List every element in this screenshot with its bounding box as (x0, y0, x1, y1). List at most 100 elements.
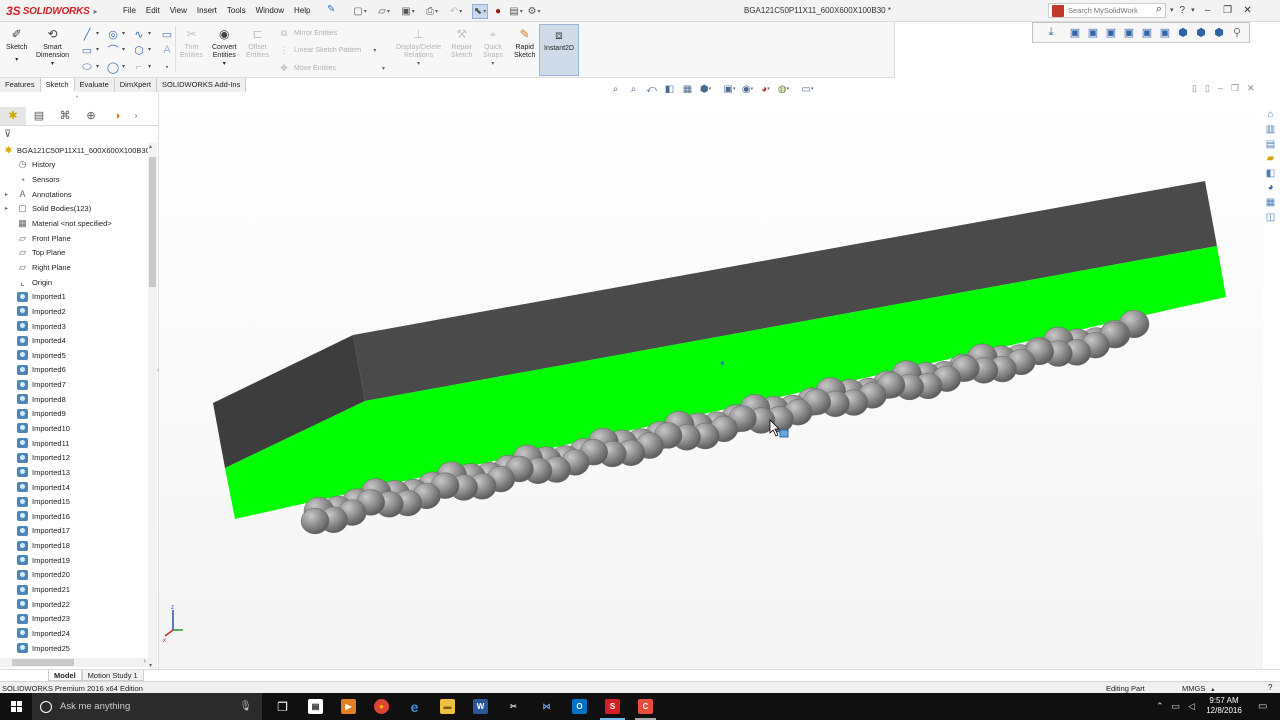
tree-item[interactable]: Imported10 (0, 421, 148, 436)
units-selector[interactable]: MMGS ▴ (1182, 684, 1214, 693)
dimxpert-manager-icon[interactable]: ⊕ (78, 107, 104, 125)
home-icon[interactable]: ⌂ (1263, 108, 1278, 122)
search-mysolidworks[interactable]: ⌕ (1048, 3, 1166, 18)
search-dropdown-icon[interactable]: ▾ (1170, 6, 1174, 14)
scrollbar-thumb[interactable] (149, 157, 156, 287)
pin-menu-icon[interactable]: ✎ (327, 4, 337, 16)
feature-tree-hscrollbar[interactable]: › (0, 658, 148, 667)
hscrollbar-thumb[interactable] (12, 659, 74, 666)
linear-sketch-pattern-button[interactable]: ⋮ Linear Sketch Pattern ▾ (278, 45, 377, 55)
rapid-sketch-button[interactable]: ✎ Rapid Sketch (514, 26, 535, 60)
close-icon[interactable]: ✕ (1241, 3, 1255, 17)
tree-root[interactable]: ✱ BGA121C50P11X11_600X600X100B30 (0, 143, 150, 158)
normal-to-icon[interactable]: ⤓ (1043, 25, 1059, 40)
tree-item[interactable]: Imported6 (0, 363, 148, 378)
chevron-down-icon[interactable]: ▾ (223, 60, 226, 68)
offset-entities-button[interactable]: ⊏ Offset Entities (246, 26, 269, 60)
new-document-icon[interactable]: ▢ ▾ (352, 4, 368, 19)
tree-item[interactable]: Imported11 (0, 436, 148, 451)
tree-item[interactable]: Imported8 (0, 392, 148, 407)
tree-item[interactable]: ▦ Material <not specified> (0, 216, 148, 231)
plane-small-icon[interactable]: ▪ (160, 61, 174, 73)
tray-expand-icon[interactable]: ⌃ (1156, 701, 1164, 712)
line-icon[interactable]: ╱ (80, 28, 94, 41)
filter-icon[interactable]: ⊽ (4, 129, 11, 140)
tree-item[interactable]: Imported1 (0, 289, 148, 304)
file-explorer-icon[interactable]: ▰ (1263, 152, 1278, 166)
back-view-icon[interactable]: ▣ (1085, 25, 1101, 40)
move-entities-button[interactable]: ✥ Move Entities ▾ (278, 63, 385, 73)
chevron-down-icon[interactable]: ▾ (148, 63, 151, 70)
tab-features[interactable]: Features (0, 78, 41, 92)
tab-model[interactable]: Model (48, 670, 82, 681)
quick-snaps-button[interactable]: ⌖ Quick Snaps ▾ (483, 26, 503, 68)
help-icon[interactable]: ? (1180, 5, 1186, 16)
visual-studio-icon[interactable]: ⋈ (530, 693, 563, 720)
cortana-search[interactable]: Ask me anything 🎙 (32, 693, 262, 720)
tree-item[interactable]: ▸ A Annotations (0, 187, 148, 202)
display-delete-relations-button[interactable]: ⊥ Display/Delete Relations ▾ (396, 26, 441, 68)
tab-evaluate[interactable]: Evaluate (74, 78, 115, 92)
link-view-icon[interactable]: ⚲ (1229, 25, 1245, 40)
start-button[interactable] (0, 693, 32, 720)
isometric-view-icon[interactable]: ⬢ (1175, 25, 1191, 40)
chevron-down-icon[interactable]: ▾ (148, 46, 151, 53)
tree-item[interactable]: Imported20 (0, 568, 148, 583)
print-icon[interactable]: ⎙ ▾ (424, 4, 440, 19)
chevron-down-icon[interactable]: ▾ (122, 30, 125, 37)
expand-arrow-icon[interactable]: ▸ (5, 205, 8, 212)
mirror-entities-button[interactable]: ⧉ Mirror Entities (278, 28, 337, 38)
chevron-down-icon[interactable]: ▾ (491, 60, 494, 68)
slot-icon[interactable]: ⬭ (80, 61, 94, 73)
graphics-area[interactable]: ✦ (159, 93, 1263, 669)
panel-grip-icon[interactable]: • (76, 95, 78, 101)
tree-item[interactable]: Imported12 (0, 450, 148, 465)
tree-item[interactable]: Imported22 (0, 597, 148, 612)
trim-entities-button[interactable]: ✂ Trim Entities (180, 26, 203, 60)
right-view-icon[interactable]: ▣ (1121, 25, 1137, 40)
polygon-icon[interactable]: ⬡ (132, 44, 146, 57)
solidworks-taskbar-icon[interactable]: S (596, 693, 629, 720)
chevron-down-icon[interactable]: ▾ (373, 47, 376, 54)
resources-icon[interactable]: ▥ (1263, 123, 1278, 137)
bottom-view-icon[interactable]: ▣ (1157, 25, 1173, 40)
word-icon[interactable]: W (464, 693, 497, 720)
tree-item[interactable]: Imported13 (0, 465, 148, 480)
panel-expand-icon[interactable]: › (130, 107, 142, 125)
menu-help[interactable]: Help (289, 4, 315, 17)
file-explorer-icon[interactable]: ▬ (431, 693, 464, 720)
bga-model-view[interactable]: ✦ (159, 93, 1263, 669)
chevron-down-icon[interactable]: ▾ (96, 30, 99, 37)
chevron-down-icon[interactable]: ▾ (15, 56, 18, 64)
tree-item[interactable]: Imported3 (0, 319, 148, 334)
task-view-icon[interactable]: ❐ (266, 693, 299, 720)
top-view-icon[interactable]: ▣ (1139, 25, 1155, 40)
menu-insert[interactable]: Insert (192, 4, 222, 17)
property-manager-icon[interactable]: ▤ (26, 107, 52, 125)
edge-icon[interactable]: e (398, 693, 431, 720)
tree-item[interactable]: Imported17 (0, 524, 148, 539)
circle-icon[interactable]: ◎ (106, 28, 120, 41)
open-folder-icon[interactable]: ▱ ▾ (376, 4, 392, 19)
rebuild-icon[interactable]: ● (490, 4, 506, 19)
tab-solidworks-add-ins[interactable]: SOLIDWORKS Add-Ins (157, 78, 247, 92)
forum-icon[interactable]: ◫ (1263, 210, 1278, 224)
chrome-icon[interactable]: ● (365, 693, 398, 720)
action-center-icon[interactable]: ▭ (1258, 701, 1267, 712)
options-gear-icon[interactable]: ⚙ ▾ (526, 4, 542, 19)
point-icon[interactable]: ⌐ (132, 61, 146, 73)
menu-window[interactable]: Window (251, 4, 289, 17)
configuration-manager-icon[interactable]: ⌘ (52, 107, 78, 125)
network-icon[interactable]: ▭ (1172, 701, 1181, 712)
tree-item[interactable]: Imported4 (0, 333, 148, 348)
search-input[interactable] (1068, 6, 1138, 15)
tree-item[interactable]: Imported24 (0, 626, 148, 641)
tree-item[interactable]: ▱ Front Plane (0, 231, 148, 246)
system-clock[interactable]: 9:57 AM 12/8/2016 (1200, 696, 1248, 716)
tree-item[interactable]: ▱ Top Plane (0, 245, 148, 260)
expand-arrow-icon[interactable]: ▸ (5, 191, 8, 198)
sketch-fillet-icon[interactable]: ▭ (160, 28, 174, 41)
custom-properties-icon[interactable]: ▦ (1263, 196, 1278, 210)
menu-file[interactable]: File (118, 4, 141, 17)
tree-item[interactable]: Imported19 (0, 553, 148, 568)
